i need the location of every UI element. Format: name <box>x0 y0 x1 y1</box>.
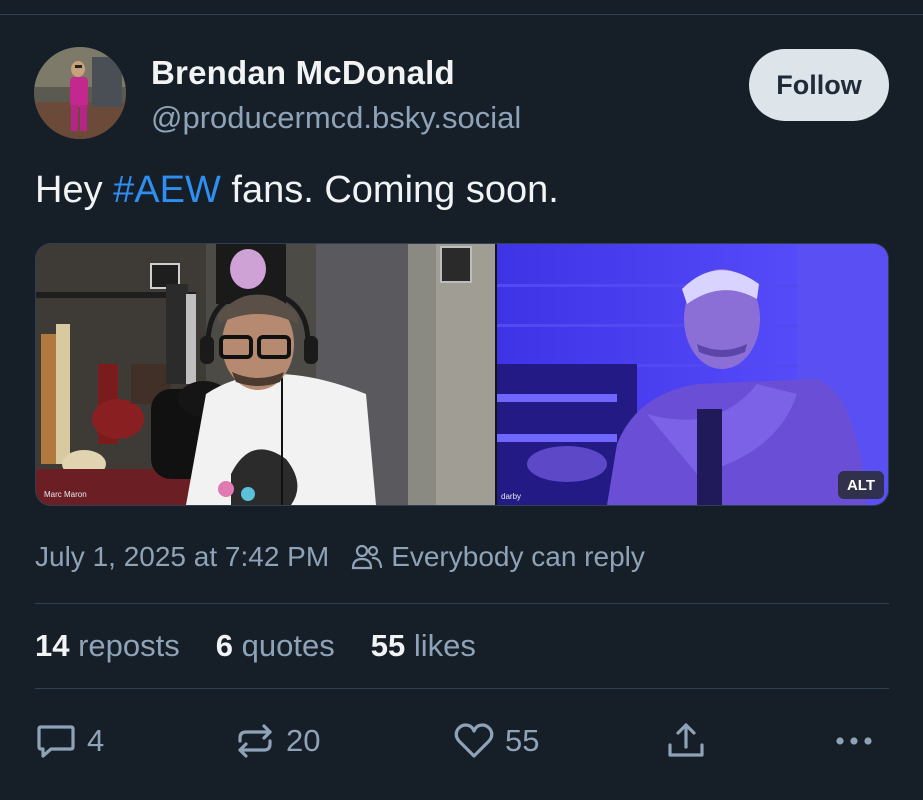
podcast-studio-image <box>36 244 495 505</box>
post-meta: July 1, 2025 at 7:42 PM Everybody can re… <box>35 541 645 573</box>
author-handle[interactable]: @producermcd.bsky.social <box>151 100 521 136</box>
repost-count: 20 <box>286 723 321 758</box>
avatar-image <box>34 47 126 139</box>
likes-label: likes <box>413 628 476 663</box>
author-display-name[interactable]: Brendan McDonald <box>151 54 455 92</box>
heart-icon <box>453 721 495 761</box>
more-options-button[interactable] <box>832 718 876 764</box>
alt-text-badge[interactable]: ALT <box>838 471 884 499</box>
follow-button[interactable]: Follow <box>749 49 889 121</box>
reposts-count: 14 <box>35 628 70 663</box>
post-text: Hey #AEW fans. Coming soon. <box>35 169 559 212</box>
reposts-stat[interactable]: 14 reposts <box>35 628 180 664</box>
quotes-label: quotes <box>241 628 335 663</box>
repost-icon <box>234 721 276 761</box>
top-divider <box>0 14 923 15</box>
like-count: 55 <box>505 723 540 758</box>
reply-icon <box>35 721 77 761</box>
repost-button[interactable]: 20 <box>234 718 320 764</box>
like-button[interactable]: 55 <box>453 718 539 764</box>
video-still-left[interactable]: Marc Maron <box>36 244 495 505</box>
divider-top <box>35 603 889 604</box>
people-icon <box>351 543 383 571</box>
avatar[interactable] <box>34 47 126 139</box>
more-icon <box>832 721 876 761</box>
divider-bottom <box>35 688 889 689</box>
likes-count: 55 <box>370 628 406 663</box>
video-still-right[interactable]: darby ALT <box>497 244 888 505</box>
reply-setting-label[interactable]: Everybody can reply <box>391 541 645 573</box>
post-timestamp[interactable]: July 1, 2025 at 7:42 PM <box>35 541 329 573</box>
post-stats: 14 reposts 6 quotes 55 likes <box>35 628 512 664</box>
reposts-label: reposts <box>78 628 180 663</box>
post-text-end: fans. Coming soon. <box>220 169 559 211</box>
share-button[interactable] <box>665 718 707 764</box>
likes-stat[interactable]: 55 likes <box>371 628 476 664</box>
reply-count: 4 <box>87 723 105 758</box>
reply-button[interactable]: 4 <box>35 718 104 764</box>
hashtag-link[interactable]: #AEW <box>113 169 221 211</box>
participant-name-right: darby <box>501 492 522 501</box>
post-actions: 4 20 55 <box>35 718 889 764</box>
quotes-stat[interactable]: 6 quotes <box>216 628 335 664</box>
participant-name-left: Marc Maron <box>44 490 87 499</box>
media-grid: Marc Maron darby ALT <box>35 243 889 506</box>
share-icon <box>665 721 707 761</box>
post-thread-view: Brendan McDonald @producermcd.bsky.socia… <box>0 0 923 800</box>
quotes-count: 6 <box>215 628 234 663</box>
blue-room-image <box>497 244 888 505</box>
post-text-start: Hey <box>35 169 114 211</box>
